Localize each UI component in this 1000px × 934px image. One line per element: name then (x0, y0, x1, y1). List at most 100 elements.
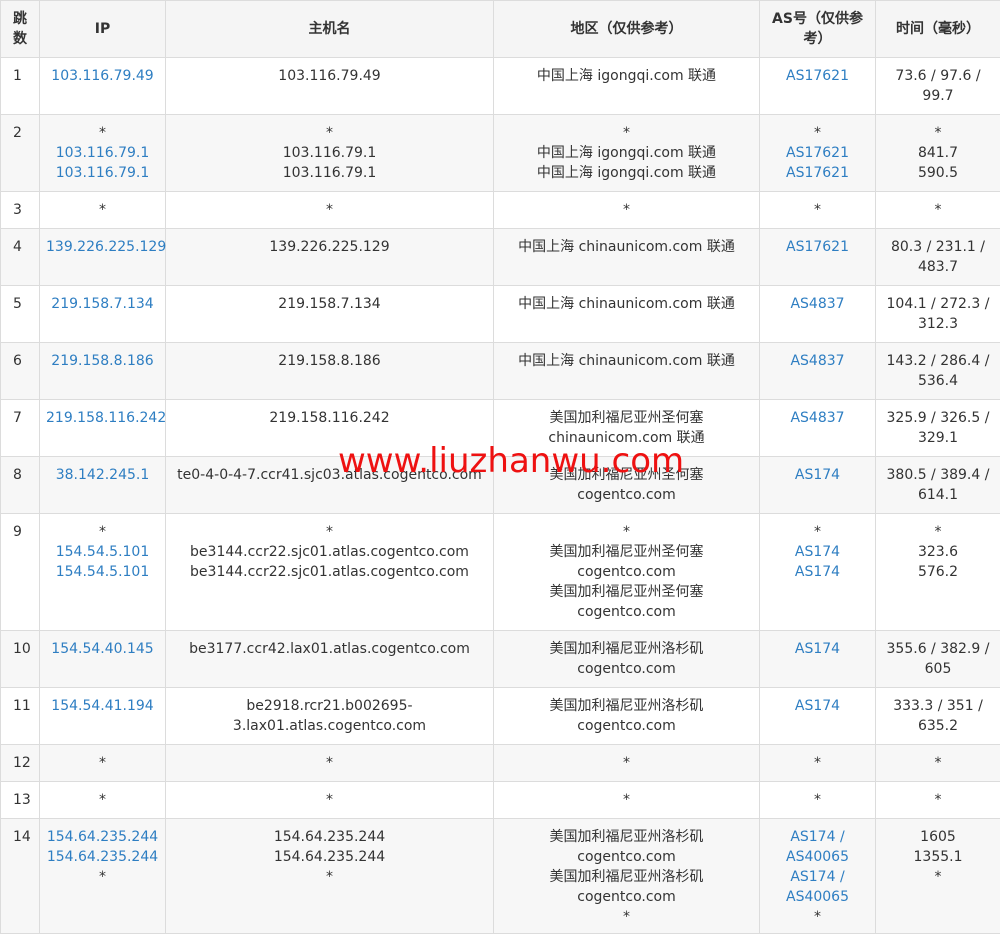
as-cell-line[interactable]: AS17621 (766, 66, 869, 86)
hostname-cell: te0-4-0-4-7.ccr41.sjc03.atlas.cogentco.c… (166, 457, 494, 514)
time-cell-line: 323.6 (882, 542, 994, 562)
region-cell-line: cogentco.com (500, 659, 753, 679)
time-cell-line: * (882, 867, 994, 887)
ip-cell-line: * (46, 753, 159, 773)
region-cell: 中国上海 igongqi.com 联通 (494, 58, 760, 115)
time-cell: 325.9 / 326.5 /329.1 (876, 400, 1000, 457)
as-cell-line: * (766, 123, 869, 143)
header-region[interactable]: 地区（仅供参考） (494, 1, 760, 58)
region-cell: *中国上海 igongqi.com 联通中国上海 igongqi.com 联通 (494, 115, 760, 192)
time-cell: 380.5 / 389.4 /614.1 (876, 457, 1000, 514)
as-cell: * (760, 745, 876, 782)
as-cell-line[interactable]: AS4837 (766, 408, 869, 428)
ip-cell: 38.142.245.1 (40, 457, 166, 514)
header-as[interactable]: AS号（仅供参考） (760, 1, 876, 58)
hostname-cell: *103.116.79.1103.116.79.1 (166, 115, 494, 192)
time-cell-line: 104.1 / 272.3 / (882, 294, 994, 314)
hop-cell: 8 (1, 457, 40, 514)
hop-cell-line: 3 (13, 200, 33, 220)
time-cell: 80.3 / 231.1 /483.7 (876, 229, 1000, 286)
ip-cell-line[interactable]: 139.226.225.129 (46, 237, 159, 257)
ip-cell-line[interactable]: 219.158.7.134 (46, 294, 159, 314)
as-cell-line[interactable]: AS4837 (766, 351, 869, 371)
region-cell-line: * (500, 522, 753, 542)
ip-cell-line[interactable]: 154.64.235.244 (46, 827, 159, 847)
hostname-cell-line: * (172, 200, 487, 220)
header-hostname[interactable]: 主机名 (166, 1, 494, 58)
as-cell-line[interactable]: AS174 (766, 542, 869, 562)
as-cell-line[interactable]: AS40065 (766, 847, 869, 867)
header-hop[interactable]: 跳数 (1, 1, 40, 58)
as-cell-line[interactable]: AS174 (766, 465, 869, 485)
hop-cell-line: 5 (13, 294, 33, 314)
ip-cell: 103.116.79.49 (40, 58, 166, 115)
ip-cell-line: * (46, 867, 159, 887)
as-cell-line[interactable]: AS17621 (766, 237, 869, 257)
time-cell-line: 483.7 (882, 257, 994, 277)
ip-cell-line[interactable]: 219.158.116.242 (46, 408, 159, 428)
header-time[interactable]: 时间（毫秒） (876, 1, 1000, 58)
table-row: 13***** (1, 782, 1000, 819)
region-cell: 美国加利福尼亚州洛杉矶cogentco.com美国加利福尼亚州洛杉矶cogent… (494, 819, 760, 934)
as-cell-line[interactable]: AS174 / (766, 827, 869, 847)
time-cell: * (876, 192, 1000, 229)
region-cell-line: 美国加利福尼亚州洛杉矶 (500, 867, 753, 887)
region-cell: 美国加利福尼亚州圣何塞cogentco.com (494, 457, 760, 514)
as-cell-line[interactable]: AS174 (766, 562, 869, 582)
ip-cell-line[interactable]: 219.158.8.186 (46, 351, 159, 371)
as-cell-line[interactable]: AS40065 (766, 887, 869, 907)
table-row: 4139.226.225.129139.226.225.129中国上海 chin… (1, 229, 1000, 286)
ip-cell-line[interactable]: 103.116.79.1 (46, 143, 159, 163)
as-cell-line[interactable]: AS174 (766, 696, 869, 716)
table-row: 3 * * * * * (1, 192, 1000, 229)
time-cell-line: * (882, 522, 994, 542)
ip-cell: *103.116.79.1103.116.79.1 (40, 115, 166, 192)
as-cell-line[interactable]: AS17621 (766, 163, 869, 183)
ip-cell-line[interactable]: 154.64.235.244 (46, 847, 159, 867)
hostname-cell: * (166, 745, 494, 782)
as-cell-line[interactable]: AS174 / (766, 867, 869, 887)
time-cell-line: * (882, 200, 994, 220)
table-row: 9*154.54.5.101154.54.5.101*be3144.ccr22.… (1, 514, 1000, 631)
table-row: 14154.64.235.244154.64.235.244*154.64.23… (1, 819, 1000, 934)
region-cell-line: cogentco.com (500, 847, 753, 867)
ip-cell-line[interactable]: 103.116.79.1 (46, 163, 159, 183)
ip-cell-line[interactable]: 103.116.79.49 (46, 66, 159, 86)
time-cell-line: 536.4 (882, 371, 994, 391)
header-ip[interactable]: IP (40, 1, 166, 58)
time-cell-line: 605 (882, 659, 994, 679)
as-cell: * (760, 192, 876, 229)
hop-cell-line: 13 (13, 790, 33, 810)
ip-cell: 154.64.235.244154.64.235.244* (40, 819, 166, 934)
as-cell-line[interactable]: AS4837 (766, 294, 869, 314)
ip-cell-line[interactable]: 154.54.5.101 (46, 562, 159, 582)
hop-cell: 6 (1, 343, 40, 400)
time-cell: 333.3 / 351 /635.2 (876, 688, 1000, 745)
ip-cell-line[interactable]: 154.54.5.101 (46, 542, 159, 562)
hostname-cell: be2918.rcr21.b002695-3.lax01.atlas.cogen… (166, 688, 494, 745)
region-cell-line: 中国上海 igongqi.com 联通 (500, 66, 753, 86)
region-cell-line: * (500, 200, 753, 220)
ip-cell-line[interactable]: 154.54.41.194 (46, 696, 159, 716)
ip-cell-line[interactable]: 154.54.40.145 (46, 639, 159, 659)
as-cell-line: * (766, 907, 869, 927)
region-cell-line: 美国加利福尼亚州洛杉矶 (500, 639, 753, 659)
region-cell-line: cogentco.com (500, 602, 753, 622)
region-cell-line: * (500, 753, 753, 773)
as-cell-line[interactable]: AS174 (766, 639, 869, 659)
region-cell-line: 美国加利福尼亚州圣何塞 (500, 542, 753, 562)
time-cell-line: 312.3 (882, 314, 994, 334)
ip-cell-line: * (46, 200, 159, 220)
as-cell-line[interactable]: AS17621 (766, 143, 869, 163)
table-row: 1103.116.79.49103.116.79.49中国上海 igongqi.… (1, 58, 1000, 115)
ip-cell-line[interactable]: 38.142.245.1 (46, 465, 159, 485)
region-cell-line: 中国上海 chinaunicom.com 联通 (500, 294, 753, 314)
hop-cell-line: 8 (13, 465, 33, 485)
table-row: 5219.158.7.134219.158.7.134中国上海 chinauni… (1, 286, 1000, 343)
hostname-cell: * (166, 782, 494, 819)
ip-cell: * (40, 192, 166, 229)
time-cell-line: 143.2 / 286.4 / (882, 351, 994, 371)
ip-cell: *154.54.5.101154.54.5.101 (40, 514, 166, 631)
as-cell: *AS17621AS17621 (760, 115, 876, 192)
table-row: 7219.158.116.242219.158.116.242美国加利福尼亚州圣… (1, 400, 1000, 457)
